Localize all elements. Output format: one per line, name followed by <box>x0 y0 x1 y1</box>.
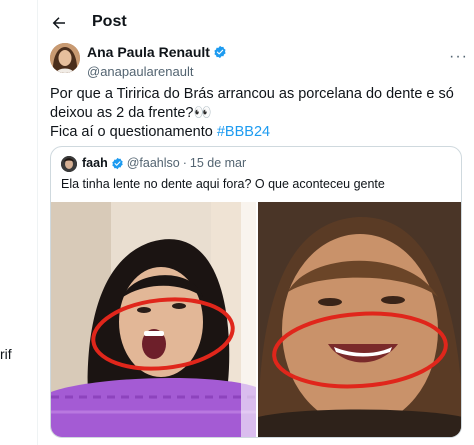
post-detail: Post Ana Paula Renault @anapaularenault … <box>38 0 474 445</box>
verified-badge-icon <box>214 45 226 59</box>
tweet-body: Por que a Tiririca do Brás arrancou as p… <box>50 85 470 142</box>
hashtag-link[interactable]: #BBB24 <box>217 124 270 140</box>
quoted-tweet-media[interactable] <box>51 202 461 437</box>
quoted-tweet-text: Ela tinha lente no dente aqui fora? O qu… <box>61 177 385 191</box>
left-nav-gutter: rif <box>0 0 38 445</box>
arrow-left-icon[interactable] <box>50 14 68 32</box>
author-name-text: Ana Paula Renault <box>87 44 210 60</box>
tweet-text-line-1: Por que a Tiririca do Brás arrancou as p… <box>50 86 454 121</box>
author-info: Ana Paula Renault @anapaularenault <box>87 44 227 79</box>
sidebar-partial-text: rif <box>0 346 12 362</box>
media-image-left[interactable] <box>51 202 256 437</box>
post-header: Post <box>38 0 474 44</box>
verified-badge-icon <box>112 157 123 169</box>
quoted-tweet-date: 15 de mar <box>189 156 247 170</box>
page-title: Post <box>92 13 127 30</box>
meta-separator: · <box>182 156 187 170</box>
quoted-author-handle: @faahlso <box>126 156 180 170</box>
author-handle[interactable]: @anapaularenault <box>87 64 227 79</box>
author-avatar[interactable] <box>50 43 80 73</box>
tweet-text-line-2-text: Fica aí o questionamento <box>50 124 217 140</box>
quoted-tweet-meta: faah @faahlso · 15 de mar <box>82 156 246 170</box>
more-dots-icon[interactable]: ··· <box>449 48 468 66</box>
quoted-author-name: faah <box>82 156 108 170</box>
author-display-name[interactable]: Ana Paula Renault <box>87 44 227 60</box>
tweet-text-line-2: Fica aí o questionamento #BBB24 <box>50 123 470 142</box>
quoted-author-avatar <box>61 156 77 172</box>
quoted-tweet[interactable]: faah @faahlso · 15 de mar Ela tinha lent… <box>50 146 462 438</box>
media-image-right[interactable] <box>258 202 461 437</box>
